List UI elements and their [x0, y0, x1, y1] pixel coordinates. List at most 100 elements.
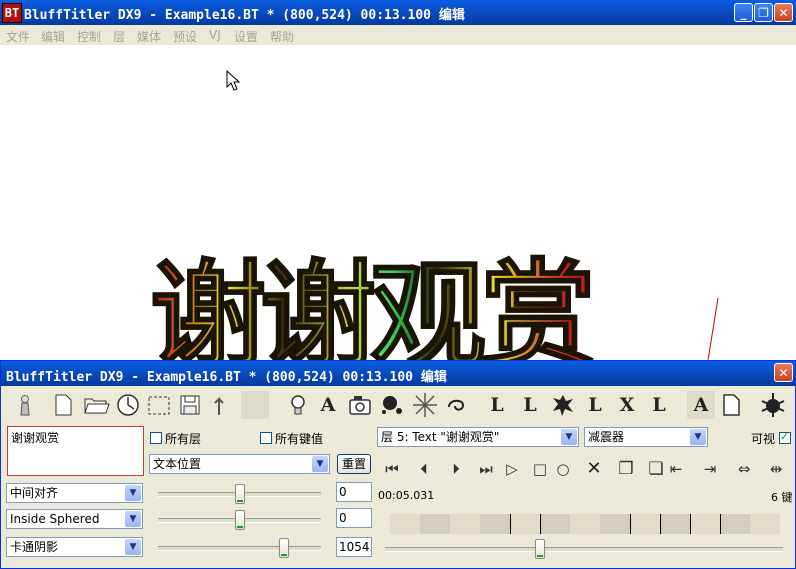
- move-both-icon[interactable]: ⇔: [731, 458, 757, 480]
- save-icon[interactable]: [176, 391, 204, 419]
- value3-field[interactable]: 1054.6: [336, 537, 372, 557]
- bug-icon[interactable]: [759, 391, 787, 419]
- chevron-down-icon[interactable]: ▼: [125, 485, 141, 501]
- light-icon[interactable]: [284, 391, 312, 419]
- dialog-toolbar: A L L L X L A: [1, 388, 795, 424]
- chevron-down-icon[interactable]: ▼: [561, 429, 577, 445]
- text-layer-icon[interactable]: A: [314, 391, 342, 419]
- letter-x-icon[interactable]: X: [613, 391, 641, 419]
- visible-label: 可视: [751, 432, 776, 446]
- value1-slider[interactable]: [158, 484, 321, 504]
- delete-key-icon[interactable]: ✕: [583, 458, 605, 480]
- chevron-down-icon[interactable]: ▼: [125, 539, 141, 555]
- visible-checkbox[interactable]: [779, 430, 791, 444]
- torch-icon[interactable]: [11, 391, 39, 419]
- all-layers-checkbox[interactable]: [150, 432, 162, 444]
- move-right-icon[interactable]: ⇥: [699, 458, 721, 480]
- keyframe-marker[interactable]: [660, 514, 661, 534]
- letter-l-shadow-icon[interactable]: L: [645, 391, 673, 419]
- app-logo-icon[interactable]: BT: [2, 3, 22, 23]
- go-end-icon[interactable]: ⏭: [475, 458, 497, 480]
- slider-thumb[interactable]: [234, 510, 245, 530]
- next-key-icon[interactable]: ⏵: [445, 458, 467, 480]
- new-file-icon[interactable]: [49, 391, 77, 419]
- chevron-down-icon[interactable]: ▼: [125, 511, 141, 527]
- all-keys-checkbox[interactable]: [260, 432, 272, 444]
- letter-l-small-icon[interactable]: L: [581, 391, 609, 419]
- clock-icon[interactable]: [114, 391, 142, 419]
- page-icon[interactable]: [717, 391, 745, 419]
- mouse-cursor-icon: [226, 70, 240, 91]
- particles-icon[interactable]: [378, 391, 406, 419]
- letter-a-icon[interactable]: A: [687, 391, 715, 419]
- timeline-segment: [720, 514, 750, 534]
- value2-slider[interactable]: [158, 510, 321, 530]
- go-start-icon[interactable]: ⏮: [381, 458, 403, 480]
- menu-file[interactable]: 文件: [6, 28, 30, 45]
- layer-select[interactable]: 层 5: Text "谢谢观赏" ▼: [377, 427, 579, 447]
- menu-edit[interactable]: 编辑: [41, 28, 65, 45]
- move-left-icon[interactable]: ⇤: [665, 458, 687, 480]
- letter-l-sparkle-icon[interactable]: L: [516, 391, 544, 419]
- timeline-segment: [660, 514, 690, 534]
- copy-key-icon[interactable]: ❐: [615, 458, 637, 480]
- select-area-icon[interactable]: [145, 391, 173, 419]
- style-select-value: Inside Sphered: [10, 512, 100, 526]
- record-icon[interactable]: ○: [552, 458, 574, 480]
- reset-button[interactable]: 重置: [337, 454, 371, 474]
- keyframe-marker[interactable]: [630, 514, 631, 534]
- slider-thumb[interactable]: [278, 538, 289, 558]
- keyframe-timeline[interactable]: [390, 514, 780, 534]
- play-icon[interactable]: ▷: [501, 458, 523, 480]
- align-select[interactable]: 中间对齐 ▼: [6, 483, 143, 503]
- chevron-down-icon[interactable]: ▼: [690, 429, 706, 445]
- time-slider[interactable]: [385, 539, 783, 559]
- main-title-bar[interactable]: BT BluffTitler DX9 - Example16.BT * (800…: [0, 0, 796, 25]
- letter-l-icon[interactable]: L: [483, 391, 511, 419]
- star-burst-icon[interactable]: [411, 391, 439, 419]
- menu-settings[interactable]: 设置: [234, 28, 258, 45]
- property-select[interactable]: 文本位置 ▼: [149, 454, 330, 474]
- title-3d-text[interactable]: 谢谢观赏: [150, 228, 670, 360]
- chevron-down-icon[interactable]: ▼: [312, 456, 328, 472]
- spiral-icon[interactable]: [443, 391, 471, 419]
- stop-icon[interactable]: □: [529, 458, 551, 480]
- maximize-button[interactable]: ❐: [754, 3, 773, 22]
- text-input[interactable]: 谢谢观赏: [7, 426, 144, 476]
- open-folder-icon[interactable]: [82, 391, 110, 419]
- timeline-segment: [420, 514, 450, 534]
- value1-field[interactable]: 0: [336, 482, 372, 502]
- menu-control[interactable]: 控制: [77, 28, 101, 45]
- slider-track: [158, 546, 321, 551]
- camera-icon[interactable]: [346, 391, 374, 419]
- menu-media[interactable]: 媒体: [137, 28, 161, 45]
- dialog-close-button[interactable]: ✕: [774, 363, 793, 382]
- effect-select[interactable]: 减震器 ▼: [584, 427, 708, 447]
- close-button[interactable]: ✕: [774, 3, 793, 22]
- minimize-button[interactable]: _: [734, 3, 753, 22]
- dialog-title-bar[interactable]: BluffTitler DX9 - Example16.BT * (800,52…: [1, 361, 795, 386]
- prev-key-icon[interactable]: ⏴: [413, 458, 435, 480]
- menu-presets[interactable]: 预设: [173, 28, 197, 45]
- keyframe-marker[interactable]: [540, 514, 541, 534]
- property-select-value: 文本位置: [153, 457, 202, 471]
- menu-vj[interactable]: VJ: [209, 28, 221, 42]
- splat-icon[interactable]: [549, 391, 577, 419]
- paste-key-icon[interactable]: ❏: [645, 458, 667, 480]
- menu-help[interactable]: 帮助: [270, 28, 294, 45]
- blank-icon[interactable]: [241, 391, 269, 419]
- value3-slider[interactable]: [158, 538, 321, 558]
- menu-layer[interactable]: 层: [113, 28, 125, 45]
- value2-field[interactable]: 0: [336, 508, 372, 528]
- undo-icon[interactable]: [207, 391, 235, 419]
- keys-count: 6 键: [771, 491, 793, 504]
- shadow-select[interactable]: 卡通阴影 ▼: [6, 537, 143, 557]
- keyframe-marker[interactable]: [720, 514, 721, 534]
- edit-dialog: BluffTitler DX9 - Example16.BT * (800,52…: [0, 360, 796, 569]
- style-select[interactable]: Inside Sphered ▼: [6, 509, 143, 529]
- slider-thumb[interactable]: [234, 484, 245, 504]
- keyframe-marker[interactable]: [510, 514, 511, 534]
- keyframe-marker[interactable]: [690, 514, 691, 534]
- move-split-icon[interactable]: ⇹: [763, 458, 789, 480]
- slider-thumb[interactable]: [535, 539, 546, 559]
